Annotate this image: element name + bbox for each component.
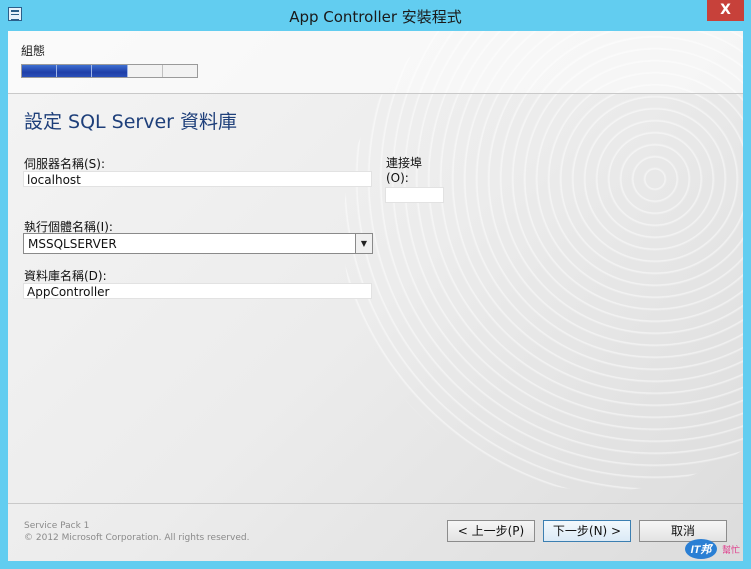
- installer-window: App Controller 安裝程式 X 組態 設定 SQL Server 資…: [0, 0, 751, 569]
- progress-segment: [57, 65, 93, 77]
- server-name-input[interactable]: localhost: [23, 171, 372, 187]
- progress-segment: [22, 65, 58, 77]
- progress-segment: [163, 65, 197, 77]
- database-name-label: 資料庫名稱(D):: [24, 269, 107, 283]
- svg-text:幫忙: 幫忙: [722, 544, 740, 556]
- back-button[interactable]: < 上一步(P): [447, 520, 535, 542]
- progress-bar: [21, 64, 198, 78]
- progress-segment: [92, 65, 128, 77]
- footer-divider: [8, 503, 743, 504]
- progress-segment: [128, 65, 163, 77]
- instance-name-combobox[interactable]: MSSQLSERVER ▼: [23, 233, 373, 254]
- step-label: 組態: [21, 44, 46, 58]
- window-title: App Controller 安裝程式: [289, 8, 462, 26]
- background-swirl: [343, 31, 743, 491]
- progress-header: 組態: [8, 31, 743, 94]
- port-label-line1: 連接埠: [386, 156, 423, 170]
- svg-text:IT邦: IT邦: [691, 543, 714, 556]
- service-pack-text: Service Pack 1: [24, 521, 90, 531]
- page-title: 設定 SQL Server 資料庫: [24, 111, 238, 133]
- server-name-label: 伺服器名稱(S):: [24, 157, 106, 171]
- ithome-watermark-logo: IT邦 幫忙: [685, 539, 740, 559]
- port-input[interactable]: [385, 187, 444, 203]
- instance-name-value: MSSQLSERVER: [28, 237, 117, 251]
- next-button[interactable]: 下一步(N) >: [543, 520, 631, 542]
- copyright-text: © 2012 Microsoft Corporation. All rights…: [24, 533, 250, 543]
- title-bar[interactable]: App Controller 安裝程式 X: [0, 0, 751, 31]
- close-button[interactable]: X: [707, 0, 744, 21]
- client-area: 組態 設定 SQL Server 資料庫 伺服器名稱(S): localhost…: [8, 31, 743, 561]
- port-label-line2: (O):: [386, 171, 409, 185]
- dropdown-arrow-icon[interactable]: ▼: [355, 234, 372, 253]
- database-name-input[interactable]: AppController: [23, 283, 372, 299]
